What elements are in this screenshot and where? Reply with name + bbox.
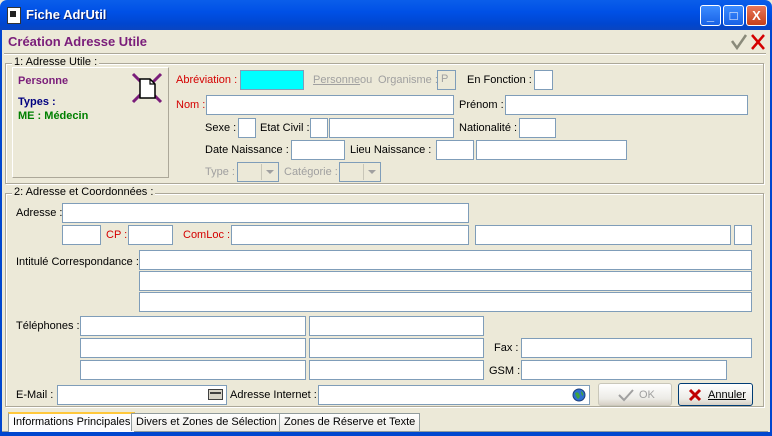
intitule-field-2[interactable] (139, 271, 752, 291)
prenom-field[interactable] (505, 95, 748, 115)
date-naissance-label: Date Naissance : (205, 144, 289, 156)
telephone-field-6[interactable] (309, 360, 484, 380)
type-label: Type : (205, 166, 235, 178)
comloc-code-field[interactable] (734, 225, 752, 245)
personne-link[interactable]: Personne (313, 74, 360, 86)
close-icon: X (752, 8, 761, 23)
header-separator (4, 53, 766, 55)
ok-button[interactable]: OK (598, 383, 672, 406)
envelope-icon[interactable] (208, 389, 223, 400)
telephone-field-5[interactable] (80, 360, 306, 380)
document-app-icon (7, 7, 21, 24)
maximize-icon: □ (729, 8, 738, 23)
comloc-field[interactable] (231, 225, 469, 245)
date-naissance-field[interactable] (291, 140, 345, 160)
gsm-label: GSM : (489, 365, 521, 377)
chevron-down-icon[interactable] (363, 164, 379, 180)
chevron-down-icon[interactable] (261, 164, 277, 180)
telephones-label: Téléphones : (16, 320, 80, 332)
type-person-label: Personne (18, 75, 69, 87)
adresse-label: Adresse : (16, 207, 63, 219)
close-icon (688, 388, 702, 402)
pays-field[interactable] (62, 225, 101, 245)
gsm-field[interactable] (521, 360, 727, 380)
type-select[interactable] (237, 162, 279, 182)
lieu-naissance-field[interactable] (476, 140, 627, 160)
abreviation-label: Abréviation : (176, 74, 238, 86)
adresse-field[interactable] (62, 203, 469, 223)
internet-label: Adresse Internet : (230, 389, 317, 401)
annuler-label: Annuler (708, 389, 746, 401)
fax-field[interactable] (521, 338, 752, 358)
sexe-label: Sexe : (205, 122, 237, 134)
organisme-label: Organisme : (378, 74, 438, 86)
nom-label: Nom : (176, 99, 206, 111)
lieu-naissance-label: Lieu Naissance : (350, 144, 432, 156)
form-title: Création Adresse Utile (8, 34, 147, 49)
tab-zones-reserve-texte[interactable]: Zones de Réserve et Texte (279, 413, 421, 431)
nom-field[interactable] (206, 95, 454, 115)
nationalite-field[interactable] (519, 118, 556, 138)
globe-icon[interactable] (572, 388, 586, 402)
telephone-field-1[interactable] (80, 316, 306, 336)
etat-civil-label: Etat Civil : (260, 122, 310, 134)
annuler-button[interactable]: Annuler (678, 383, 753, 406)
abreviation-field[interactable] (240, 70, 304, 90)
ok-label: OK (639, 389, 655, 401)
intitule-label: Intitulé Correspondance : (16, 256, 139, 268)
tab-informations-principales[interactable]: Informations Principales (8, 412, 136, 432)
checkmark-icon (618, 389, 634, 402)
prenom-label: Prénom : (459, 99, 504, 111)
intitule-field-1[interactable] (139, 250, 752, 270)
minimize-button[interactable]: _ (700, 5, 721, 26)
etat-civil-field[interactable] (329, 118, 454, 138)
en-fonction-label: En Fonction : (467, 74, 532, 86)
close-window-button[interactable]: X (746, 5, 767, 26)
categorie-select[interactable] (339, 162, 381, 182)
telephone-field-2[interactable] (309, 316, 484, 336)
internet-field[interactable] (318, 385, 590, 405)
ou-label: ou (360, 74, 373, 86)
personne-organisme-field[interactable]: P (437, 70, 456, 90)
sexe-field[interactable] (238, 118, 256, 138)
telephone-field-3[interactable] (80, 338, 306, 358)
en-fonction-field[interactable] (534, 70, 553, 90)
group2-label: 2: Adresse et Coordonnées : (12, 186, 156, 198)
email-field[interactable] (57, 385, 227, 405)
cancel-x-icon[interactable] (750, 33, 766, 51)
validate-check-icon[interactable] (730, 33, 748, 51)
maximize-button[interactable]: □ (723, 5, 744, 26)
etat-civil-code-field[interactable] (310, 118, 328, 138)
minimize-icon: _ (706, 8, 715, 23)
intitule-field-3[interactable] (139, 292, 752, 312)
cp-label: CP : (106, 229, 128, 241)
lieu-naissance-code-field[interactable] (436, 140, 474, 160)
person-document-icon[interactable] (131, 72, 163, 104)
types-value: ME : Médecin (18, 110, 89, 122)
types-label: Types : (18, 96, 56, 108)
fax-label: Fax : (494, 342, 519, 354)
comloc-detail-field[interactable] (475, 225, 731, 245)
window-title: Fiche AdrUtil (26, 7, 107, 22)
cp-field[interactable] (128, 225, 173, 245)
email-label: E-Mail : (16, 389, 54, 401)
nationalite-label: Nationalité : (459, 122, 518, 134)
comloc-label: ComLoc : (183, 229, 231, 241)
telephone-field-4[interactable] (309, 338, 484, 358)
categorie-label: Catégorie : (284, 166, 338, 178)
window-title-bar[interactable] (0, 0, 772, 30)
tab-divers-zones-selection[interactable]: Divers et Zones de Sélection (131, 413, 282, 431)
